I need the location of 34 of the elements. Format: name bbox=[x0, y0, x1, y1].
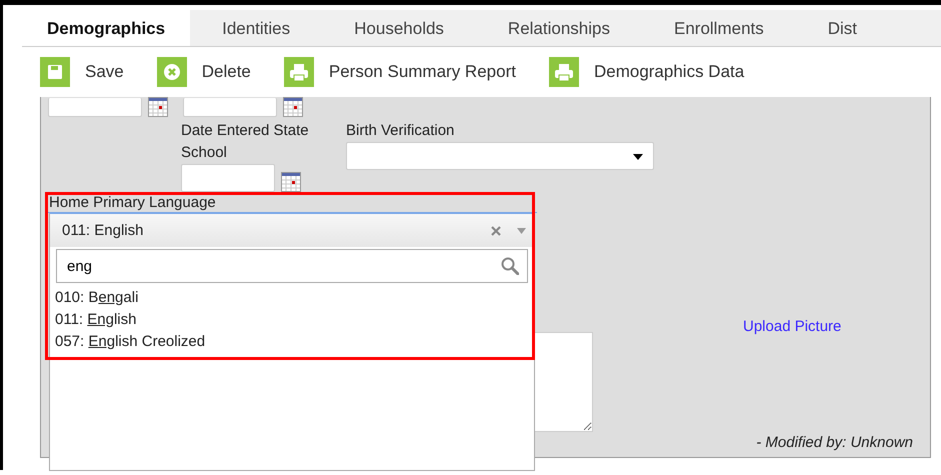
dropdown-option[interactable]: 057: English Creolized bbox=[55, 331, 534, 353]
delete-icon bbox=[156, 57, 187, 87]
tab[interactable]: Relationships bbox=[476, 10, 642, 46]
search-field[interactable]: eng bbox=[56, 249, 528, 283]
printer-icon bbox=[284, 57, 314, 87]
upload-picture-link[interactable]: Upload Picture bbox=[743, 318, 842, 335]
toolbar-button[interactable]: Person Summary Report bbox=[284, 57, 516, 87]
search-icon bbox=[501, 257, 519, 275]
dropdown-field[interactable] bbox=[346, 142, 654, 170]
tab[interactable]: Demographics bbox=[22, 10, 190, 46]
clear-icon[interactable] bbox=[491, 226, 501, 236]
tab[interactable]: Dist bbox=[796, 10, 890, 46]
calendar-icon[interactable] bbox=[281, 172, 301, 192]
calendar-icon[interactable] bbox=[148, 97, 168, 117]
tab[interactable]: Households bbox=[322, 10, 476, 46]
caret-icon[interactable] bbox=[517, 228, 526, 234]
caret-icon bbox=[633, 154, 643, 160]
calendar-icon[interactable] bbox=[283, 97, 303, 117]
date-field[interactable] bbox=[183, 98, 277, 117]
floppy-icon bbox=[40, 57, 70, 87]
field-label: Birth Verification bbox=[346, 121, 456, 141]
field-label: Date Entered State School bbox=[181, 121, 310, 163]
modified-by-text: - Modified by: Unknown bbox=[756, 434, 913, 451]
language-select[interactable]: 011: English bbox=[50, 213, 534, 247]
printer-icon bbox=[548, 57, 579, 87]
toolbar-button[interactable]: Demographics Data bbox=[548, 57, 744, 87]
dropdown-option[interactable]: 011: English bbox=[55, 309, 534, 331]
dropdown-option[interactable]: 010: Bengali bbox=[55, 287, 534, 309]
toolbar-button[interactable]: Delete bbox=[156, 57, 251, 87]
tab[interactable]: Enrollments bbox=[642, 10, 796, 46]
date-field[interactable] bbox=[181, 164, 275, 192]
tab[interactable]: Identities bbox=[190, 10, 322, 46]
toolbar-button[interactable]: Save bbox=[40, 57, 124, 87]
date-field[interactable] bbox=[48, 98, 142, 117]
